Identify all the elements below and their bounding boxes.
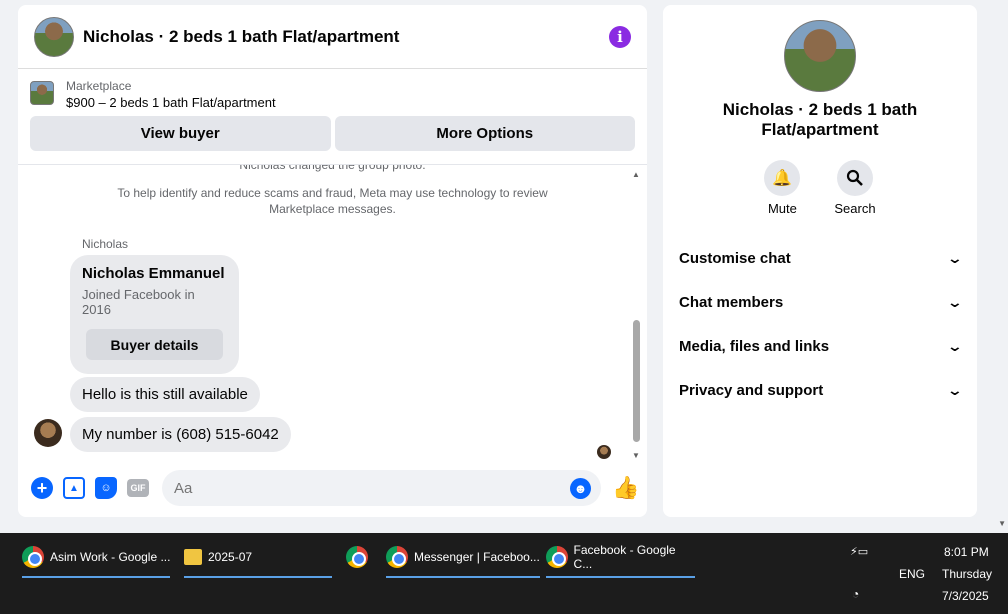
task-label: Messenger | Faceboo... [414,550,540,564]
thumbs-up-icon[interactable]: 👍 [612,475,639,501]
bell-icon[interactable]: 🔔 [764,160,801,196]
taskbar-item-messenger[interactable]: Messenger | Faceboo... [386,541,540,578]
composer: + ▲ ☺ GIF ☻ 👍 [18,459,647,517]
marketplace-banner: Marketplace $900 – 2 beds 1 bath Flat/ap… [18,69,647,165]
sticker-icon[interactable]: ☺ [95,477,117,499]
buyer-details-button[interactable]: Buyer details [86,329,223,360]
message-bubble[interactable]: My number is (608) 515-6042 [70,417,291,452]
chat-header: Nicholas · 2 beds 1 bath Flat/apartment … [18,5,647,69]
mute-button[interactable]: 🔔 Mute [764,160,801,216]
app-icon [346,546,368,568]
emoji-icon[interactable]: ☻ [570,477,591,499]
chevron-down-icon: ⌄ [946,381,964,398]
wifi-icon[interactable]: ◔ [852,587,859,601]
section-label: Privacy and support [679,381,824,399]
folder-icon [184,549,202,565]
message-input-box[interactable]: ☻ [162,470,601,506]
listing-thumbnail[interactable] [30,81,54,105]
chrome-icon [546,546,568,568]
chrome-icon [22,546,44,568]
active-indicator [546,576,695,578]
section-label: Media, files and links [679,337,830,355]
section-customise-chat[interactable]: Customise chat ⌄ [679,236,964,280]
gif-icon[interactable]: GIF [127,479,149,497]
taskbar-item-folder[interactable]: 2025-07 [184,541,332,578]
section-media-files-links[interactable]: Media, files and links ⌄ [679,324,964,368]
marketplace-label: Marketplace [66,79,132,93]
clock-time[interactable]: 8:01 PM [944,545,989,559]
task-label: 2025-07 [208,550,253,564]
sender-name: Nicholas [82,237,129,251]
message-bubble[interactable]: Hello is this still available [70,377,260,412]
page-scroll-down-icon[interactable]: ▼ [998,519,1006,528]
scam-notice: To help identify and reduce scams and fr… [117,186,548,216]
view-buyer-button[interactable]: View buyer [30,116,331,151]
taskbar: Asim Work - Google ... 2025-07 Messenger… [0,533,1008,614]
battery-icon[interactable]: ⚡▭ [850,545,868,558]
chevron-down-icon: ⌄ [946,293,964,310]
buyer-card: Nicholas Emmanuel Joined Facebook in 201… [70,255,239,374]
photo-icon[interactable]: ▲ [63,477,85,499]
task-label: Asim Work - Google ... [50,550,171,564]
active-indicator [386,576,540,578]
taskbar-item-asim-work[interactable]: Asim Work - Google ... [22,541,171,578]
group-avatar[interactable] [784,20,856,92]
chat-avatar[interactable] [34,16,74,57]
group-photo-note: Nicholas changed the group photo. [239,165,426,172]
scroll-thumb[interactable] [633,320,640,442]
search-icon[interactable] [836,160,873,196]
buyer-name: Nicholas Emmanuel [82,265,225,282]
clock-date[interactable]: 7/3/2025 [942,589,989,603]
section-label: Chat members [679,293,784,311]
message-input[interactable] [174,479,570,497]
chevron-down-icon: ⌄ [946,337,964,354]
listing-title[interactable]: $900 – 2 beds 1 bath Flat/apartment [66,95,276,110]
chat-title[interactable]: Nicholas · 2 beds 1 bath Flat/apartment [83,27,609,47]
task-label: Facebook - Google C... [573,543,676,571]
seen-indicator-avatar [597,445,611,459]
info-title: Nicholas · 2 beds 1 bath Flat/apartment [722,100,918,139]
plus-icon[interactable]: + [31,477,53,499]
taskbar-item-app[interactable] [346,541,374,573]
taskbar-item-facebook[interactable]: Facebook - Google C... [546,541,695,578]
active-indicator [22,576,171,578]
buyer-joined: Joined Facebook in 2016 [82,287,195,317]
chrome-icon [386,546,408,568]
message-list: Nicholas changed the group photo. To hel… [18,165,647,461]
info-icon[interactable]: i [609,25,631,48]
scroll-up-arrow-icon[interactable]: ▲ [632,170,640,179]
chat-panel: Nicholas · 2 beds 1 bath Flat/apartment … [18,5,647,517]
more-options-button[interactable]: More Options [334,116,635,151]
section-label: Customise chat [679,249,791,267]
message-scrollbar[interactable]: ▲ ▼ [631,170,641,460]
section-chat-members[interactable]: Chat members ⌄ [679,280,964,324]
conversation-info-panel: Nicholas · 2 beds 1 bath Flat/apartment … [663,5,977,517]
search-label: Search [834,201,876,216]
chevron-down-icon: ⌄ [946,249,964,266]
mute-label: Mute [767,201,797,216]
search-button[interactable]: Search [834,160,876,216]
language-indicator[interactable]: ENG [899,567,925,581]
active-indicator [184,576,332,578]
section-privacy-support[interactable]: Privacy and support ⌄ [679,368,964,412]
clock-day[interactable]: Thursday [942,567,992,581]
sender-avatar[interactable] [34,419,62,447]
